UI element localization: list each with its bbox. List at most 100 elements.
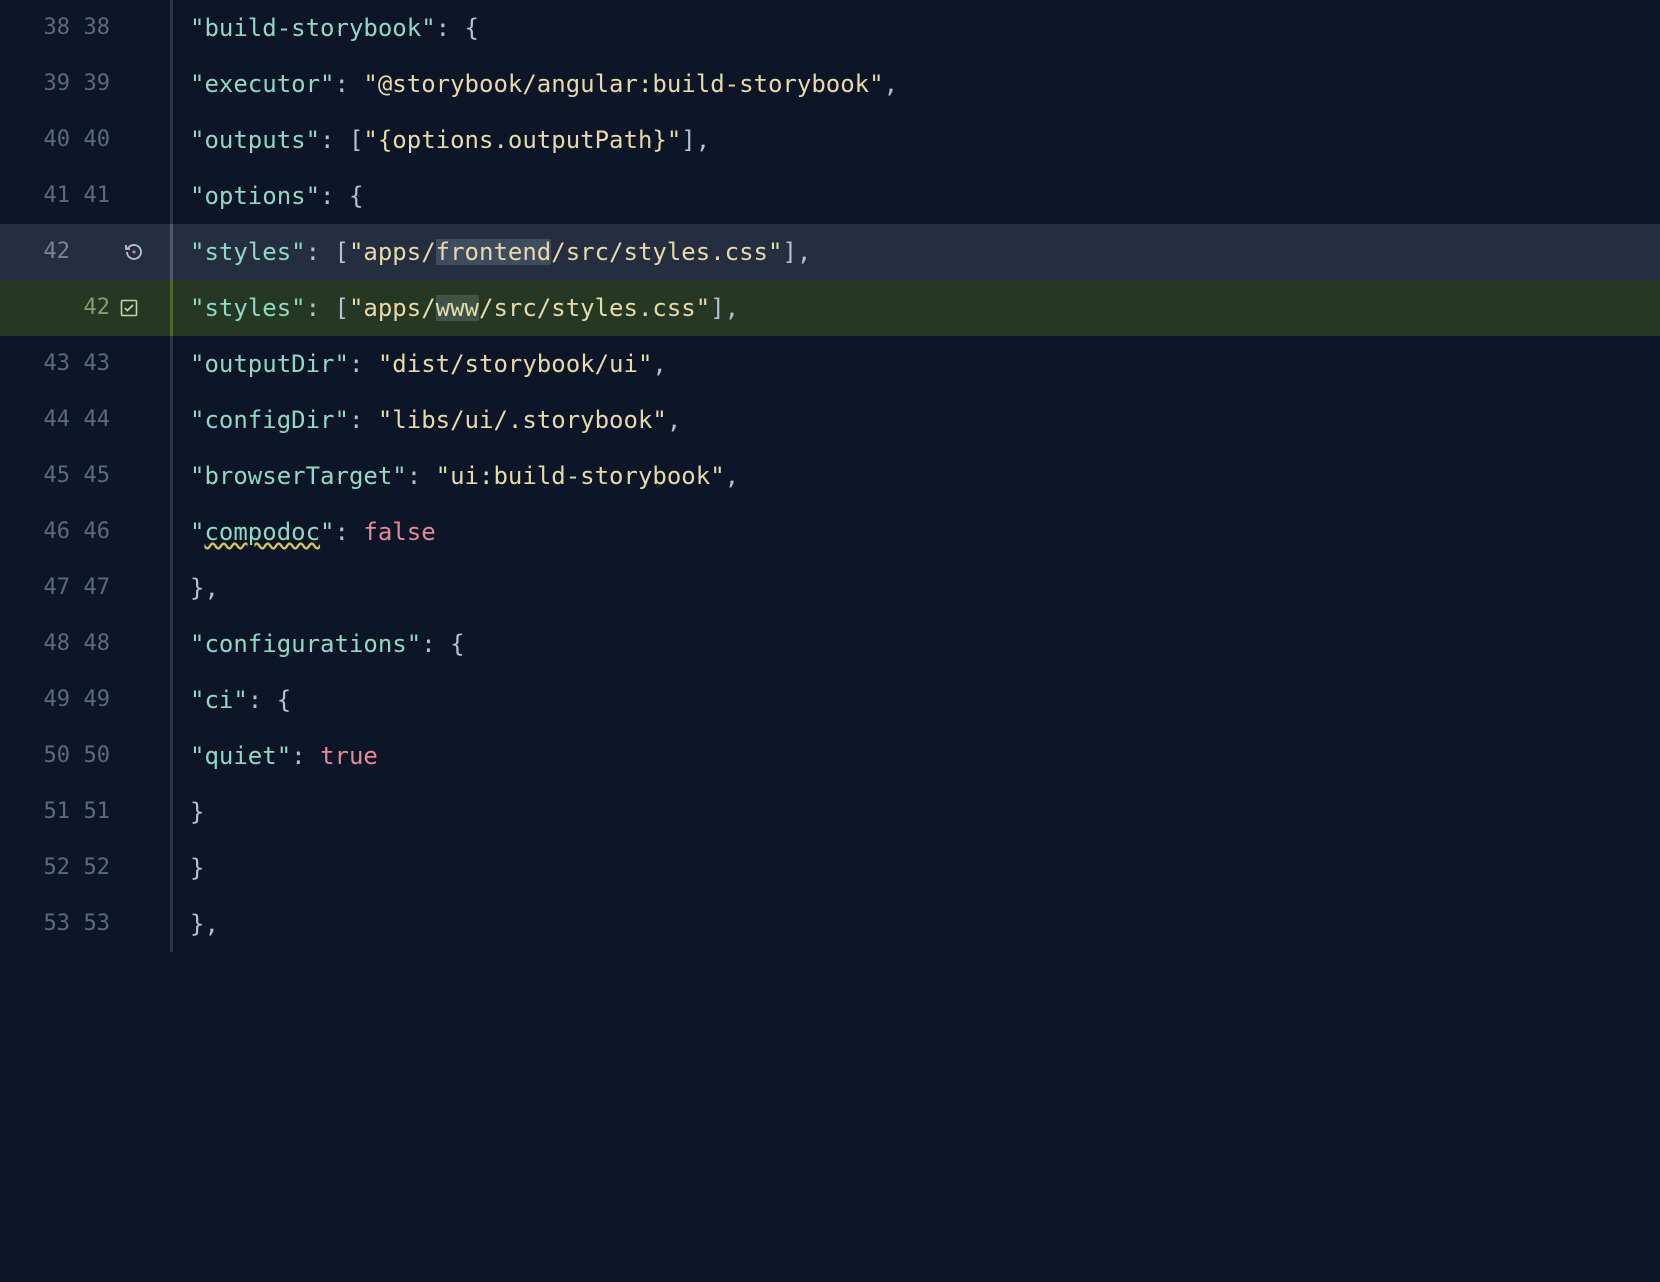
gutter-new-line: 52 (74, 857, 110, 879)
gutter-border (170, 0, 173, 56)
diff-editor[interactable]: 38 38 "build-storybook": { 39 39 "execut… (0, 0, 1660, 1282)
diff-word-added: www (436, 295, 479, 321)
code-content: "configDir": "libs/ui/.storybook", (170, 392, 681, 448)
gutter-border (170, 560, 173, 616)
code-line[interactable]: 51 51 } (0, 784, 1660, 840)
gutter-border (170, 840, 173, 896)
gutter-old-line: 48 (34, 633, 70, 655)
line-gutter: 48 48 (0, 616, 170, 672)
diff-word-removed: frontend (436, 239, 552, 265)
code-content: "browserTarget": "ui:build-storybook", (170, 448, 739, 504)
code-line[interactable]: 47 47 }, (0, 560, 1660, 616)
gutter-old-line: 44 (34, 409, 70, 431)
line-gutter: 50 50 (0, 728, 170, 784)
code-line[interactable]: 43 43 "outputDir": "dist/storybook/ui", (0, 336, 1660, 392)
code-line[interactable]: 46 46 "compodoc": false (0, 504, 1660, 560)
gutter-new-line: 51 (74, 801, 110, 823)
gutter-border (170, 224, 173, 280)
line-gutter: 44 44 (0, 392, 170, 448)
gutter-old-line: 39 (34, 73, 70, 95)
gutter-old-line: 40 (34, 129, 70, 151)
gutter-border (170, 392, 173, 448)
code-content: } (170, 784, 204, 840)
gutter-new-line: 38 (74, 17, 110, 39)
code-content: "styles": ["apps/www/src/styles.css"], (170, 280, 739, 336)
gutter-border (170, 672, 173, 728)
gutter-new-line: 50 (74, 745, 110, 767)
code-line[interactable]: 50 50 "quiet": true (0, 728, 1660, 784)
gutter-new-line: 44 (74, 409, 110, 431)
gutter-old-line: 52 (34, 857, 70, 879)
code-content: }, (170, 896, 219, 952)
code-line[interactable]: 49 49 "ci": { (0, 672, 1660, 728)
gutter-border (170, 504, 173, 560)
line-gutter: 46 46 (0, 504, 170, 560)
gutter-border (170, 112, 173, 168)
gutter-new-line: 39 (74, 73, 110, 95)
line-gutter: 47 47 (0, 560, 170, 616)
code-content: "build-storybook": { (170, 0, 479, 56)
line-gutter: 41 41 (0, 168, 170, 224)
gutter-border (170, 896, 173, 952)
gutter-border (170, 280, 173, 336)
code-line[interactable]: 40 40 "outputs": ["{options.outputPath}"… (0, 112, 1660, 168)
code-line[interactable]: 44 44 "configDir": "libs/ui/.storybook", (0, 392, 1660, 448)
gutter-old-line: 53 (34, 913, 70, 935)
code-line[interactable]: 53 53 }, (0, 896, 1660, 952)
gutter-border (170, 616, 173, 672)
gutter-border (170, 336, 173, 392)
line-gutter: 42 (0, 280, 170, 336)
gutter-border (170, 168, 173, 224)
code-content: } (170, 840, 204, 896)
code-content: "compodoc": false (170, 504, 436, 560)
code-content: "executor": "@storybook/angular:build-st… (170, 56, 898, 112)
spelling-warning: compodoc (204, 520, 320, 544)
gutter-new-line: 49 (74, 689, 110, 711)
gutter-old-line: 51 (34, 801, 70, 823)
line-gutter: 49 49 (0, 672, 170, 728)
code-line[interactable]: 45 45 "browserTarget": "ui:build-storybo… (0, 448, 1660, 504)
code-line[interactable]: 52 52 } (0, 840, 1660, 896)
code-content: "ci": { (170, 672, 291, 728)
code-content: "quiet": true (170, 728, 378, 784)
line-gutter: 52 52 (0, 840, 170, 896)
code-content: "styles": ["apps/frontend/src/styles.css… (170, 224, 811, 280)
line-gutter: 53 53 (0, 896, 170, 952)
line-gutter: 45 45 (0, 448, 170, 504)
gutter-old-line: 49 (34, 689, 70, 711)
gutter-old-line: 38 (34, 17, 70, 39)
gutter-new-line: 47 (74, 577, 110, 599)
gutter-old-line: 47 (34, 577, 70, 599)
gutter-new-line: 41 (74, 185, 110, 207)
code-content: "options": { (170, 168, 363, 224)
gutter-border (170, 784, 173, 840)
code-line[interactable]: 48 48 "configurations": { (0, 616, 1660, 672)
gutter-new-line: 43 (74, 353, 110, 375)
line-gutter: 51 51 (0, 784, 170, 840)
accept-change-icon[interactable] (118, 297, 140, 319)
gutter-old-line: 41 (34, 185, 70, 207)
gutter-old-line: 46 (34, 521, 70, 543)
gutter-new-line: 42 (74, 297, 110, 319)
gutter-new-line: 53 (74, 913, 110, 935)
code-line[interactable]: 38 38 "build-storybook": { (0, 0, 1660, 56)
gutter-old-line: 45 (34, 465, 70, 487)
gutter-old-line: 50 (34, 745, 70, 767)
code-line-deleted[interactable]: 42 "styles": ["apps/frontend/src/styles.… (0, 224, 1660, 280)
code-content: }, (170, 560, 219, 616)
line-gutter: 38 38 (0, 0, 170, 56)
gutter-border (170, 56, 173, 112)
line-gutter: 39 39 (0, 56, 170, 112)
gutter-old-line: 43 (34, 353, 70, 375)
line-gutter: 43 43 (0, 336, 170, 392)
revert-icon[interactable] (122, 240, 146, 264)
line-gutter: 40 40 (0, 112, 170, 168)
code-content: "configurations": { (170, 616, 465, 672)
code-line[interactable]: 39 39 "executor": "@storybook/angular:bu… (0, 56, 1660, 112)
gutter-border (170, 728, 173, 784)
code-line[interactable]: 41 41 "options": { (0, 168, 1660, 224)
gutter-new-line: 48 (74, 633, 110, 655)
code-line-added[interactable]: 42 "styles": ["apps/www/src/styles.css"]… (0, 280, 1660, 336)
gutter-new-line: 45 (74, 465, 110, 487)
gutter-old-line: 42 (34, 241, 70, 263)
